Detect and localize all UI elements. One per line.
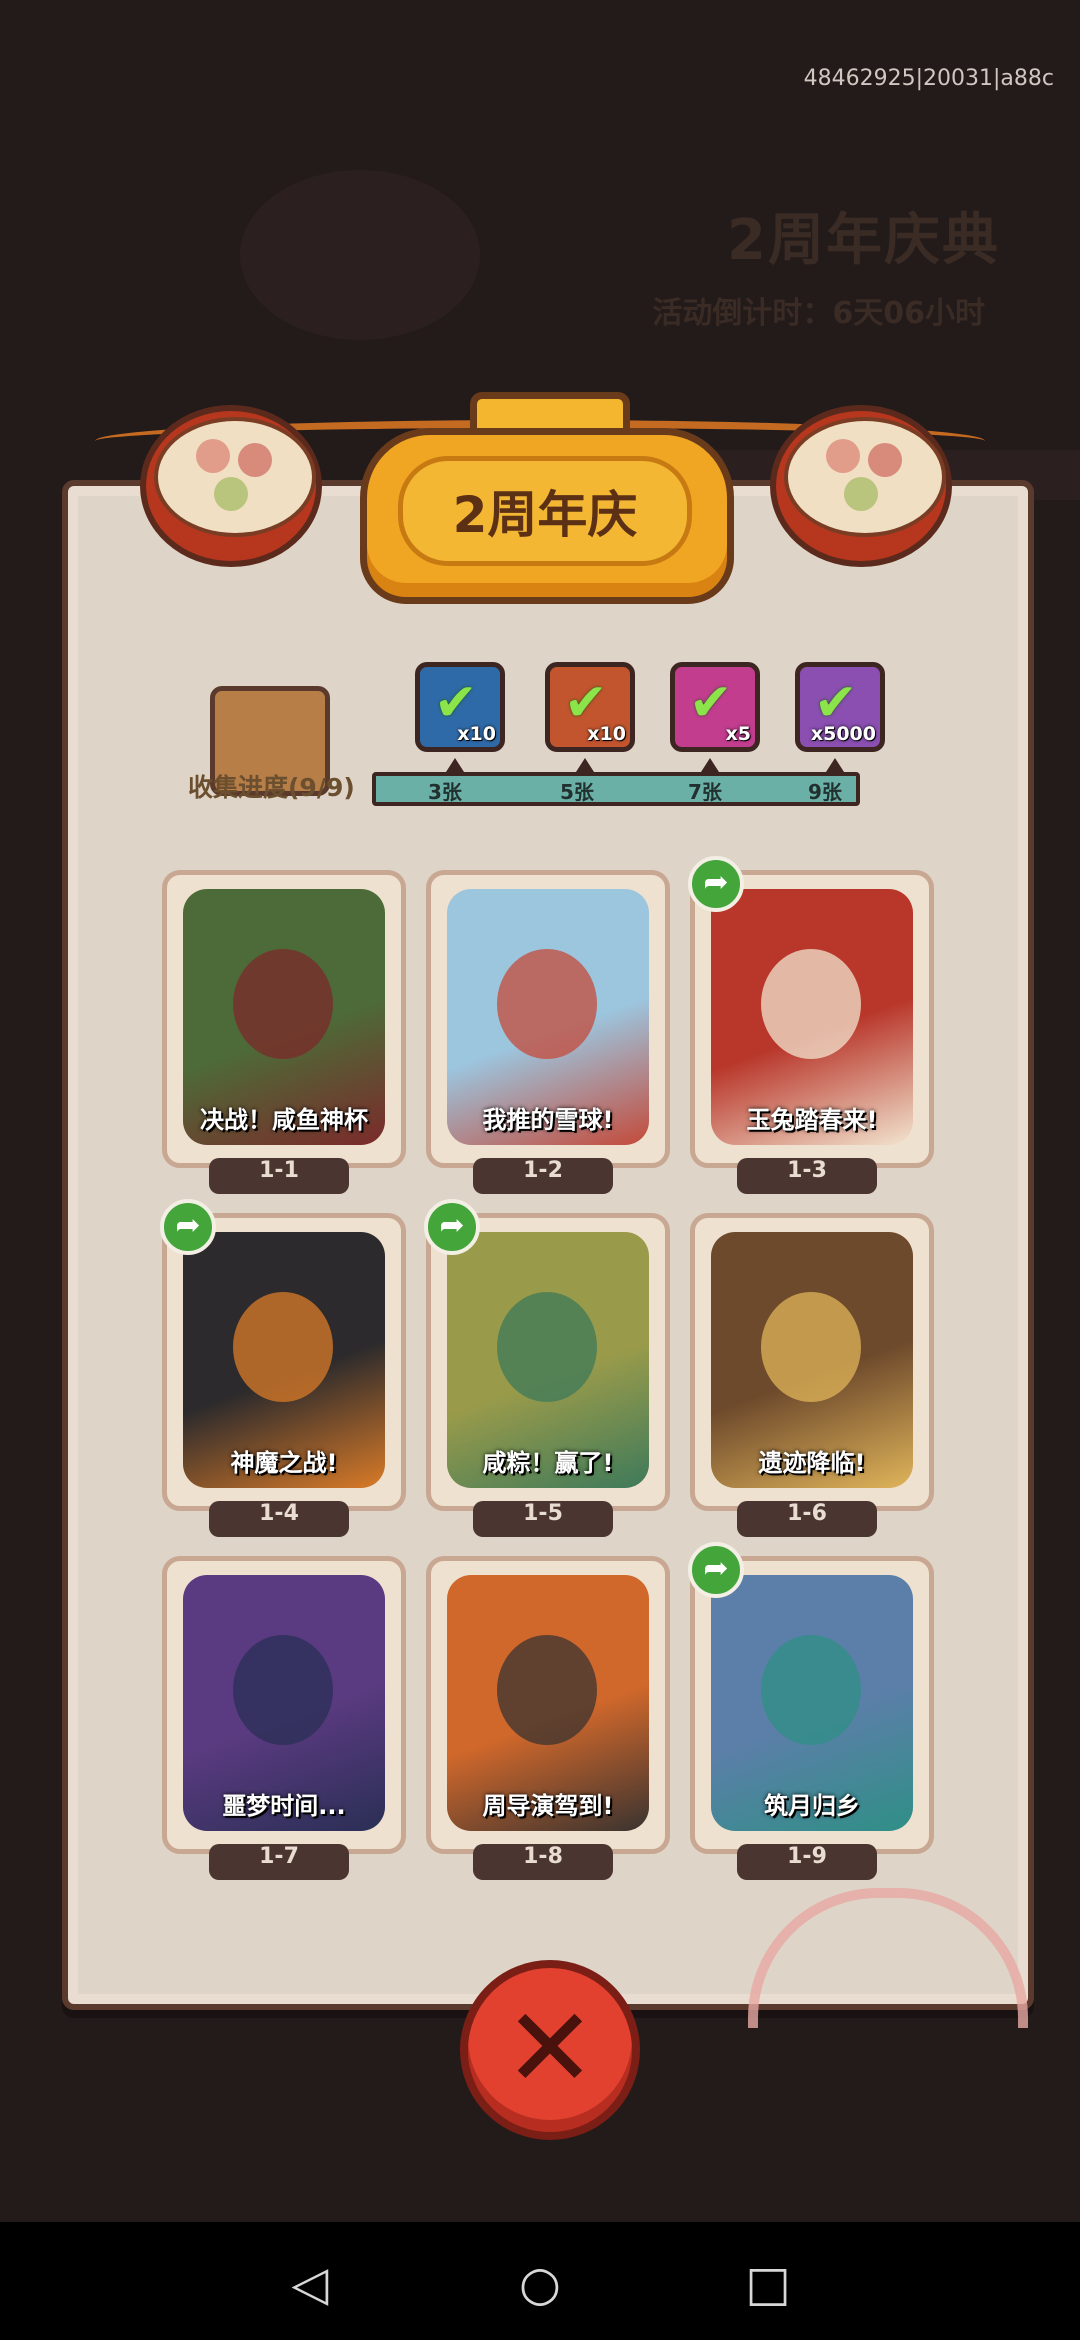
milestone-threshold-label: 9张 <box>808 780 842 804</box>
card-number-label: 1-6 <box>737 1501 877 1537</box>
page-title: 2周年庆 <box>398 456 692 566</box>
card-artwork: 噩梦时间... <box>183 1575 385 1831</box>
drum-left-icon <box>140 405 322 567</box>
card-character <box>233 949 333 1059</box>
treasure-chest-icon[interactable]: ✔ x10 <box>415 662 505 752</box>
card-number-label: 1-9 <box>737 1844 877 1880</box>
card-artwork: 神魔之战! <box>183 1232 385 1488</box>
card-character <box>761 1635 861 1745</box>
card-caption: 筑月归乡 <box>764 1792 860 1820</box>
card-number-label: 1-5 <box>473 1501 613 1537</box>
card-artwork: 遗迹降临! <box>711 1232 913 1488</box>
card-artwork: 周导演驾到! <box>447 1575 649 1831</box>
build-id: 48462925|20031|a88c <box>803 66 1054 91</box>
card-number-label: 1-2 <box>473 1158 613 1194</box>
milestone-threshold-label: 7张 <box>688 780 722 804</box>
milestone-marker <box>826 758 844 772</box>
card-artwork: 筑月归乡 <box>711 1575 913 1831</box>
milestone-marker <box>446 758 464 772</box>
card-number-label: 1-1 <box>209 1158 349 1194</box>
golden-key-icon[interactable]: ✔ x10 <box>545 662 635 752</box>
card-artwork: 咸粽！赢了! <box>447 1232 649 1488</box>
collection-card[interactable]: 咸粽！赢了! <box>426 1213 670 1511</box>
card-character <box>761 1292 861 1402</box>
card-character <box>761 949 861 1059</box>
card-number-label: 1-3 <box>737 1158 877 1194</box>
card-caption: 咸粽！赢了! <box>482 1449 614 1477</box>
collection-card[interactable]: 遗迹降临! <box>690 1213 934 1511</box>
close-button[interactable]: ✕ <box>460 1960 640 2140</box>
background-character <box>240 170 480 340</box>
milestone-marker <box>576 758 594 772</box>
share-icon[interactable]: ➦ <box>424 1199 480 1255</box>
card-character <box>233 1292 333 1402</box>
card-character <box>233 1635 333 1745</box>
card-character <box>497 949 597 1059</box>
magic-orb-icon[interactable]: ✔ x5 <box>670 662 760 752</box>
collection-card[interactable]: 周导演驾到! <box>426 1556 670 1854</box>
reward-quantity: x10 <box>587 723 626 745</box>
collection-progress-label: 收集进度(9/9) <box>188 773 355 802</box>
card-artwork: 决战！咸鱼神杯 <box>183 889 385 1145</box>
recent-apps-icon[interactable]: □ <box>740 2256 796 2312</box>
share-icon[interactable]: ➦ <box>688 856 744 912</box>
milestone-marker <box>701 758 719 772</box>
milestone-threshold-label: 3张 <box>428 780 462 804</box>
card-character <box>497 1635 597 1745</box>
card-character <box>497 1292 597 1402</box>
card-artwork: 我推的雪球! <box>447 889 649 1145</box>
card-caption: 决战！咸鱼神杯 <box>200 1106 368 1134</box>
card-artwork: 玉兔踏春来! <box>711 889 913 1145</box>
card-caption: 神魔之战! <box>230 1449 338 1477</box>
back-icon[interactable]: ◁ <box>282 2256 338 2312</box>
card-number-label: 1-7 <box>209 1844 349 1880</box>
share-icon[interactable]: ➦ <box>688 1542 744 1598</box>
background-countdown: 活动倒计时：6天06小时 <box>652 296 985 331</box>
card-number-label: 1-4 <box>209 1501 349 1537</box>
silver-ingot-icon[interactable]: ✔ x5000 <box>795 662 885 752</box>
collection-card[interactable]: 神魔之战! <box>162 1213 406 1511</box>
card-caption: 噩梦时间... <box>222 1792 346 1820</box>
milestone-threshold-label: 5张 <box>560 780 594 804</box>
drum-right-icon <box>770 405 952 567</box>
reward-quantity: x5000 <box>810 723 876 745</box>
collection-card[interactable]: 我推的雪球! <box>426 870 670 1168</box>
card-caption: 周导演驾到! <box>482 1792 614 1820</box>
card-caption: 我推的雪球! <box>482 1106 614 1134</box>
reward-quantity: x10 <box>457 723 496 745</box>
reward-quantity: x5 <box>725 723 751 745</box>
card-caption: 遗迹降临! <box>758 1449 866 1477</box>
collection-card[interactable]: 玉兔踏春来! <box>690 870 934 1168</box>
card-number-label: 1-8 <box>473 1844 613 1880</box>
background-event-title: 2周年庆典 <box>727 208 1000 273</box>
collection-card[interactable]: 决战！咸鱼神杯 <box>162 870 406 1168</box>
collection-card[interactable]: 筑月归乡 <box>690 1556 934 1854</box>
card-caption: 玉兔踏春来! <box>746 1106 878 1134</box>
home-icon[interactable]: ○ <box>512 2256 568 2312</box>
share-icon[interactable]: ➦ <box>160 1199 216 1255</box>
collection-card[interactable]: 噩梦时间... <box>162 1556 406 1854</box>
